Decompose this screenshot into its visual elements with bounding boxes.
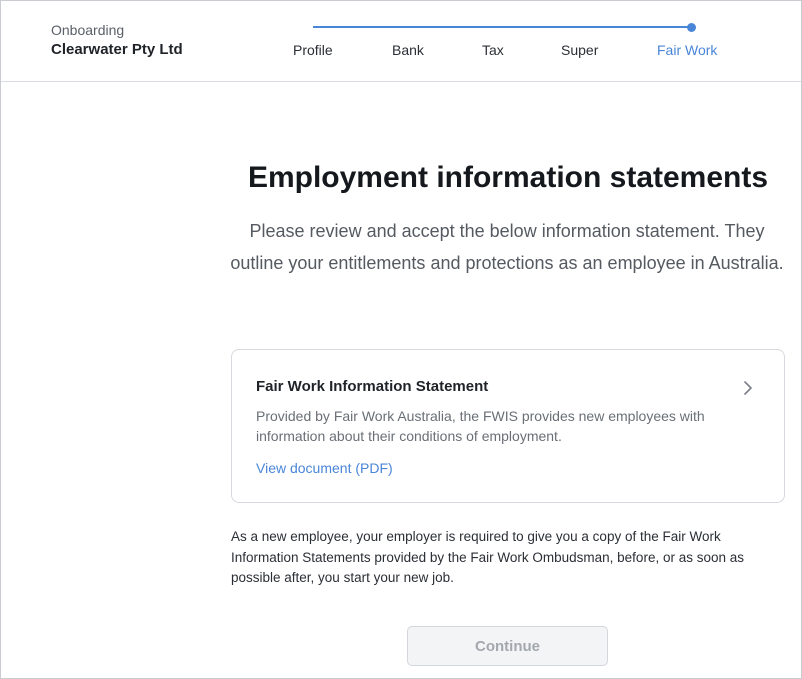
- employer-notice: As a new employee, your employer is requ…: [231, 529, 744, 585]
- step-tax[interactable]: Tax: [482, 42, 504, 58]
- context-label: Onboarding: [51, 22, 125, 38]
- progress-track: [313, 26, 692, 28]
- page-title: Employment information statements: [247, 161, 769, 194]
- page-intro: Please review and accept the below infor…: [230, 221, 784, 273]
- card-description: Provided by Fair Work Australia, the FWI…: [256, 408, 705, 444]
- current-step-indicator: [687, 23, 696, 32]
- step-fair-work[interactable]: Fair Work: [657, 42, 717, 58]
- company-name: Clearwater Pty Ltd: [51, 41, 183, 58]
- chevron-right-icon[interactable]: [738, 378, 758, 398]
- step-bank[interactable]: Bank: [392, 42, 424, 58]
- onboarding-header: Onboarding Clearwater Pty Ltd Profile Ba…: [1, 1, 801, 82]
- step-profile[interactable]: Profile: [293, 42, 333, 58]
- onboarding-window: Onboarding Clearwater Pty Ltd Profile Ba…: [0, 0, 802, 679]
- step-super[interactable]: Super: [561, 42, 598, 58]
- fwis-card[interactable]: Fair Work Information Statement Provided…: [231, 349, 785, 503]
- card-title: Fair Work Information Statement: [256, 378, 489, 395]
- view-document-link[interactable]: View document (PDF): [256, 460, 393, 476]
- continue-button[interactable]: Continue: [407, 626, 608, 666]
